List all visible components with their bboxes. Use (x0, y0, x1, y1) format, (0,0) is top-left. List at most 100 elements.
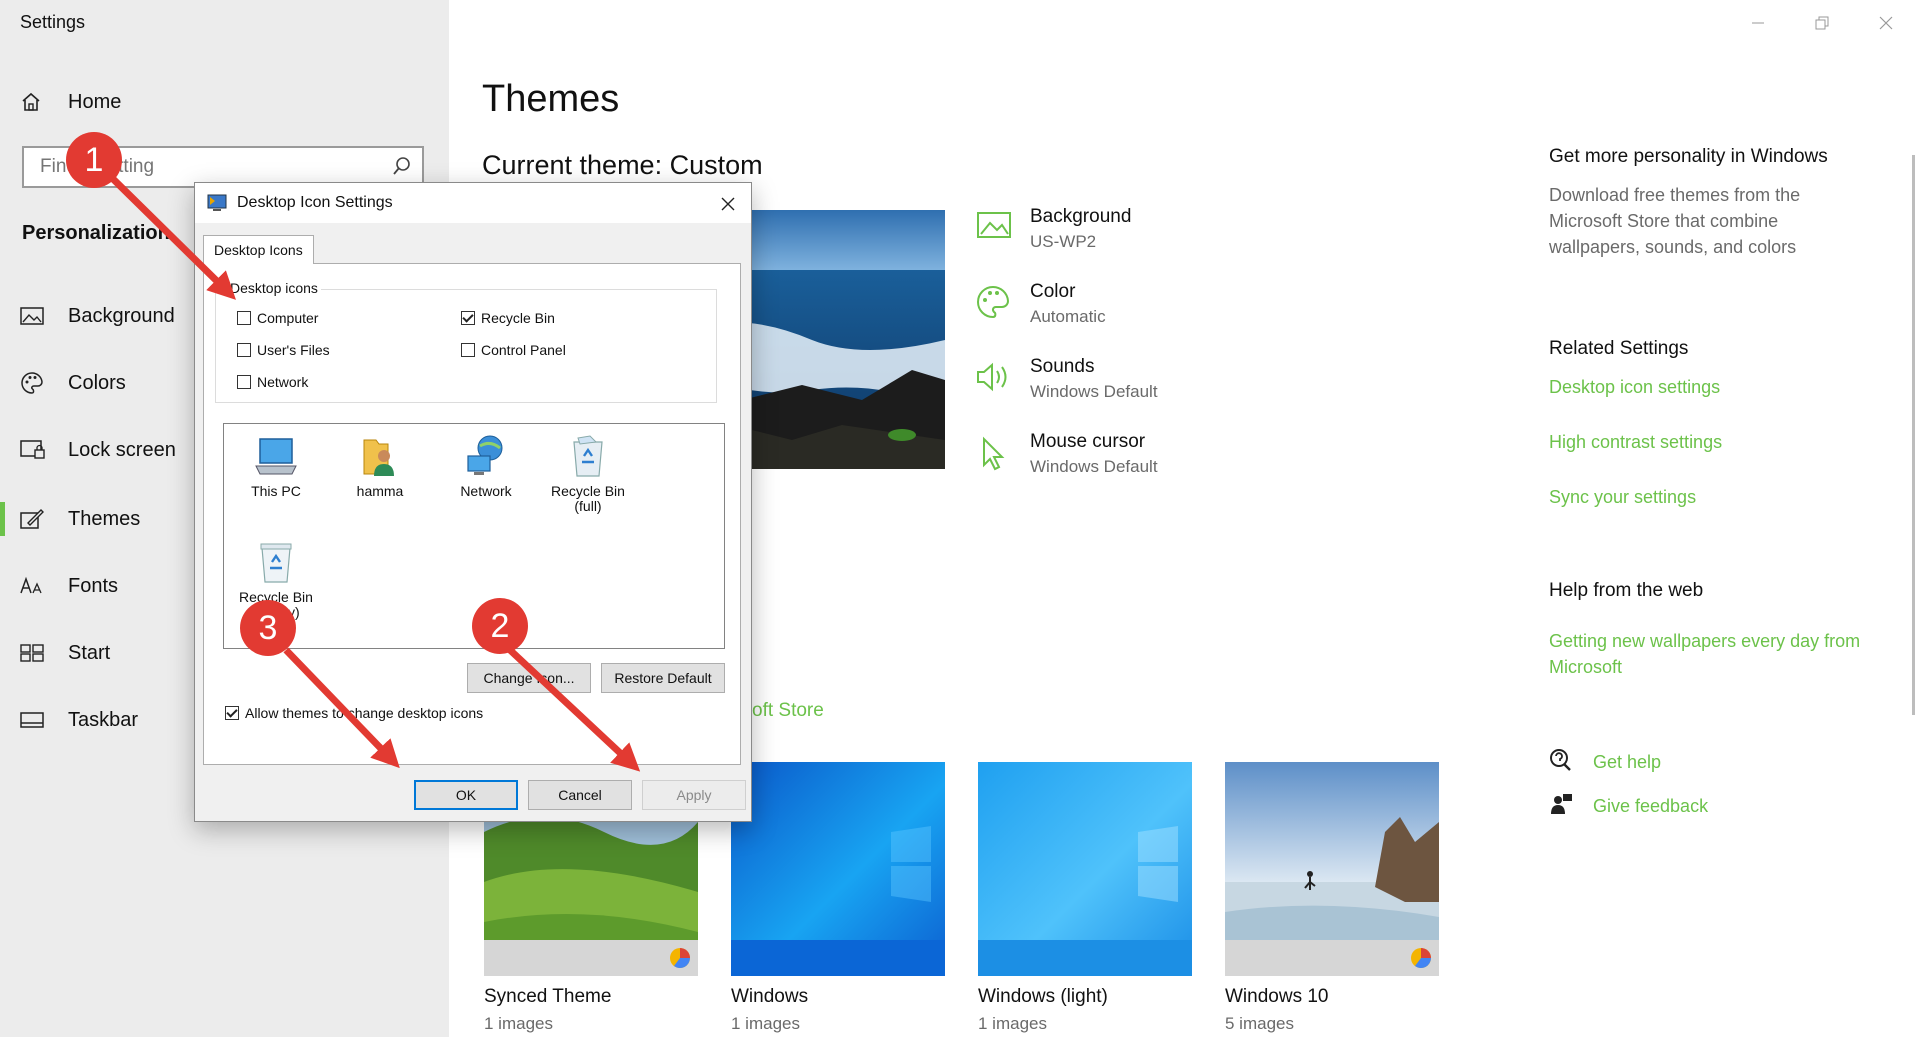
theme-card-windows-light[interactable]: Windows (light) 1 images (978, 762, 1192, 1034)
desktop-icon-settings-link[interactable]: Desktop icon settings (1549, 374, 1869, 400)
checkbox-label: Control Panel (481, 342, 566, 358)
help-heading: Help from the web (1549, 580, 1704, 601)
checkbox-label: Recycle Bin (481, 310, 555, 326)
group-label: Desktop icons (227, 280, 321, 296)
network-icon (438, 430, 534, 478)
picture-icon (976, 206, 1016, 266)
checkbox-box[interactable] (237, 375, 251, 389)
checkbox-box[interactable] (237, 343, 251, 357)
get-help-link[interactable]: Get help (1549, 748, 1661, 777)
icon-label: Recycle Bin (full) (551, 483, 625, 514)
checkbox-box[interactable] (237, 311, 251, 325)
checkbox-box[interactable] (461, 343, 475, 357)
theme-card-windows-10[interactable]: Windows 10 5 images (1225, 762, 1439, 1034)
checkbox-label: User's Files (257, 342, 330, 358)
property-mouse-cursor[interactable]: Mouse cursor Windows Default (976, 431, 1158, 491)
page-title: Themes (482, 78, 620, 120)
checkbox-label: Network (257, 374, 309, 390)
get-help-label: Get help (1593, 752, 1662, 772)
nav-home[interactable]: Home (0, 74, 449, 130)
dialog-titlebar[interactable]: Desktop Icon Settings (195, 183, 751, 223)
user-folder-icon (332, 430, 428, 478)
checkbox-box-checked[interactable] (225, 706, 239, 720)
tab-desktop-icons[interactable]: Desktop Icons (203, 235, 314, 264)
sidebar-item-label: Start (68, 641, 111, 664)
recycle-bin-full-icon (540, 430, 636, 478)
sidebar-item-label: Themes (68, 507, 141, 530)
checkbox-computer[interactable]: Computer (237, 310, 318, 326)
sidebar-item-label: Background (68, 304, 175, 327)
ok-button[interactable]: OK (414, 780, 518, 810)
search-icon[interactable] (392, 156, 412, 181)
restore-default-button[interactable]: Restore Default (601, 663, 725, 693)
scrollbar[interactable] (1912, 155, 1915, 715)
property-name: Sounds (1030, 356, 1095, 377)
restore-icon (1815, 16, 1829, 30)
icon-label: Network (460, 483, 512, 499)
restore-button[interactable] (1802, 8, 1842, 38)
give-feedback-label: Give feedback (1593, 796, 1709, 816)
change-icon-button[interactable]: Change Icon... (467, 663, 591, 693)
theme-name: Synced Theme (484, 986, 612, 1007)
checkbox-recycle-bin[interactable]: Recycle Bin (461, 310, 555, 326)
brush-icon (20, 508, 56, 530)
dialog-app-icon (207, 193, 227, 218)
sidebar-item-label: Taskbar (68, 708, 139, 731)
taskbar-icon (20, 712, 56, 728)
checkbox-allow-themes[interactable]: Allow themes to change desktop icons (225, 705, 483, 721)
icon-label: hamma (356, 483, 404, 499)
icon-user-files[interactable]: hamma (332, 430, 428, 499)
app-title: Settings (20, 12, 86, 32)
property-name: Color (1030, 281, 1076, 302)
property-name: Mouse cursor (1030, 431, 1146, 452)
theme-thumbnail (978, 762, 1192, 976)
give-feedback-link[interactable]: Give feedback (1549, 792, 1708, 821)
property-sounds[interactable]: Sounds Windows Default (976, 356, 1158, 416)
property-value: Automatic (1030, 307, 1106, 326)
cancel-button[interactable]: Cancel (528, 780, 632, 810)
start-icon (20, 644, 56, 662)
theme-name: Windows (731, 986, 809, 1007)
personality-text: Download free themes from the Microsoft … (1549, 185, 1801, 257)
theme-count: 1 images (978, 1014, 1047, 1033)
theme-name: Windows 10 (1225, 986, 1329, 1007)
checkbox-label: Computer (257, 310, 319, 326)
property-color[interactable]: Color Automatic (976, 281, 1106, 341)
home-icon (20, 91, 56, 113)
sync-settings-link[interactable]: Sync your settings (1549, 484, 1869, 510)
property-value: US-WP2 (1030, 232, 1097, 251)
checkbox-box-checked[interactable] (461, 311, 475, 325)
theme-thumbnail (1225, 762, 1439, 976)
annotation-badge-2: 2 (472, 598, 528, 654)
theme-count: 1 images (731, 1014, 800, 1033)
apply-button[interactable]: Apply (642, 780, 746, 810)
checkbox-control-panel[interactable]: Control Panel (461, 342, 566, 358)
checkbox-network[interactable]: Network (237, 374, 308, 390)
theme-card-windows[interactable]: Windows 1 images (731, 762, 945, 1034)
icon-this-pc[interactable]: This PC (228, 430, 324, 499)
chat-help-icon (1549, 748, 1573, 777)
property-name: Background (1030, 206, 1132, 227)
icon-recycle-bin-full[interactable]: Recycle Bin (full) (540, 430, 636, 514)
section-title: Personalization (22, 222, 170, 244)
minimize-button[interactable] (1738, 8, 1778, 38)
dialog-close-button[interactable] (715, 191, 741, 217)
icon-network[interactable]: Network (438, 430, 534, 499)
property-background[interactable]: Background US-WP2 (976, 206, 1131, 266)
recycle-bin-empty-icon (228, 536, 324, 584)
high-contrast-settings-link[interactable]: High contrast settings (1549, 429, 1869, 455)
close-button[interactable] (1866, 8, 1906, 38)
close-icon (721, 197, 735, 211)
property-value: Windows Default (1030, 382, 1158, 401)
personality-heading: Get more personality in Windows (1549, 146, 1828, 167)
close-icon (1879, 16, 1893, 30)
wallpapers-help-link[interactable]: Getting new wallpapers every day from Mi… (1549, 628, 1869, 680)
sidebar-item-label: Lock screen (68, 438, 176, 461)
computer-icon (228, 430, 324, 478)
nav-home-label: Home (68, 90, 122, 113)
lock-screen-icon (20, 439, 56, 461)
microsoft-store-link[interactable]: oft Store (752, 700, 824, 722)
palette-icon (20, 371, 56, 395)
checkbox-users-files[interactable]: User's Files (237, 342, 330, 358)
theme-count: 1 images (484, 1014, 553, 1033)
